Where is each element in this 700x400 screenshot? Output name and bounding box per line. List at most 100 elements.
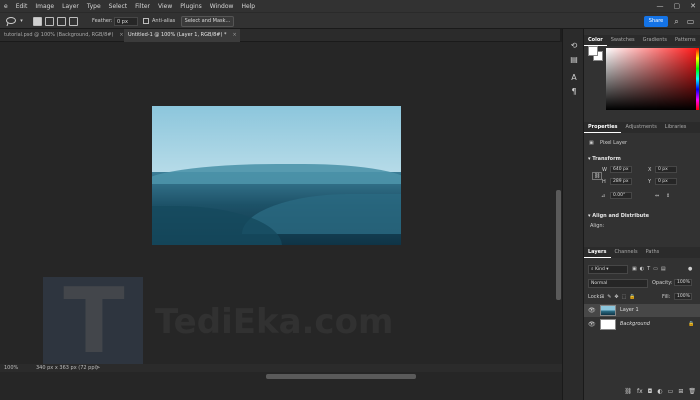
layer-row-background[interactable]: 👁 Background 🔒 (584, 318, 700, 331)
scroll-thumb[interactable] (266, 374, 416, 379)
search-icon[interactable]: ⌕ (672, 17, 681, 26)
tab-adjustments[interactable]: Adjustments (621, 122, 660, 133)
layer-name[interactable]: Background (620, 321, 650, 327)
tab-libraries[interactable]: Libraries (661, 122, 691, 133)
mask-icon[interactable]: ◘ (648, 388, 653, 395)
opacity-input[interactable]: 100% (674, 279, 692, 286)
trash-icon[interactable]: 🗑 (688, 388, 696, 395)
align-header[interactable]: ▾ Align and Distribute (588, 213, 649, 219)
history-icon[interactable]: ⟲ (569, 41, 579, 51)
layer-type-label: Pixel Layer (600, 140, 628, 146)
character-icon[interactable]: A (569, 73, 579, 83)
tab-gradients[interactable]: Gradients (639, 35, 671, 46)
anti-alias-checkbox[interactable] (143, 18, 149, 24)
workspace-icon[interactable]: ▭ (686, 17, 695, 26)
menu-layer[interactable]: Layer (58, 3, 83, 10)
lock-icons[interactable]: ⊞✎✥⬚🔒 (600, 294, 639, 300)
comments-icon[interactable]: ▤ (569, 55, 579, 65)
lock-icon: 🔒 (688, 321, 695, 327)
width-label: W (602, 167, 607, 173)
height-label: H (602, 179, 606, 185)
select-and-mask-button[interactable]: Select and Mask... (181, 16, 234, 27)
menu-type[interactable]: Type (83, 3, 105, 10)
width-input[interactable]: 640 px (610, 166, 632, 173)
flip-horizontal-icon[interactable]: ⇔ (655, 193, 659, 199)
options-bar: ▾ Feather: 0 px Anti-alias Select and Ma… (0, 12, 700, 29)
adjustment-icon[interactable]: ◐ (657, 388, 662, 395)
menu-edit[interactable]: Edit (12, 3, 32, 10)
tab-properties[interactable]: Properties (584, 122, 622, 133)
paragraph-icon[interactable]: ¶ (569, 87, 579, 97)
share-button[interactable]: Share (644, 16, 668, 27)
tab-untitled[interactable]: Untitled-1 @ 100% (Layer 1, RGB/8#) * × (124, 29, 240, 42)
layer-filter-icons[interactable]: ▣◐T▭▤ (632, 266, 669, 272)
color-panel-tabs: Color Swatches Gradients Patterns (584, 35, 700, 46)
close-icon[interactable]: ✕ (690, 2, 696, 10)
transform-header[interactable]: ▾ Transform (588, 156, 621, 162)
angle-input[interactable]: 0.00° (610, 192, 632, 199)
fx-icon[interactable]: fx (637, 388, 643, 395)
feather-input[interactable]: 0 px (114, 16, 138, 26)
add-selection-icon[interactable] (45, 17, 54, 26)
tab-layers[interactable]: Layers (584, 247, 611, 258)
layer-row-layer-1[interactable]: 👁 Layer 1 (584, 304, 700, 317)
subtract-selection-icon[interactable] (57, 17, 66, 26)
eye-icon[interactable]: 👁 (588, 307, 596, 314)
horizontal-scrollbar[interactable] (0, 372, 562, 400)
y-input[interactable]: 0 px (655, 178, 677, 185)
tab-color[interactable]: Color (584, 35, 607, 46)
close-tab-icon[interactable]: × (233, 32, 237, 38)
menu-select[interactable]: Select (105, 3, 132, 10)
tab-tutorial[interactable]: tutorial.psd @ 100% (Background, RGB/8#)… (0, 29, 124, 42)
menu-image[interactable]: Image (31, 3, 58, 10)
link-dimensions-icon[interactable]: ⛓ (592, 172, 603, 180)
height-input[interactable]: 289 px (610, 178, 632, 185)
status-menu-icon[interactable]: > (96, 364, 100, 372)
window-controls: — ▢ ✕ (657, 0, 697, 12)
foreground-color-swatch[interactable] (588, 46, 598, 56)
link-icon[interactable]: ⛓ (624, 388, 632, 395)
blend-mode-select[interactable]: Normal (588, 279, 648, 288)
tab-patterns[interactable]: Patterns (671, 35, 700, 46)
zoom-level[interactable]: 100% (4, 364, 18, 372)
vertical-scrollbar[interactable] (555, 42, 562, 364)
color-picker-field[interactable] (606, 48, 696, 110)
scroll-thumb[interactable] (556, 190, 561, 300)
lasso-tool-icon[interactable] (5, 16, 17, 27)
close-tab-icon[interactable]: × (119, 32, 123, 38)
document-canvas-ocean-image[interactable] (152, 106, 401, 245)
filter-kind-label: Kind (594, 267, 605, 272)
new-selection-icon[interactable] (33, 17, 42, 26)
chevron-down-icon[interactable]: ▾ (17, 17, 26, 26)
flip-vertical-icon[interactable]: ⇕ (666, 193, 670, 199)
align-label: Align: (590, 223, 605, 229)
x-label: X (648, 167, 652, 173)
filter-toggle-icon[interactable]: ● (688, 266, 692, 272)
feather-label: Feather: (92, 18, 113, 24)
maximize-icon[interactable]: ▢ (674, 2, 681, 10)
menu-window[interactable]: Window (206, 3, 238, 10)
anti-alias-label: Anti-alias (152, 18, 176, 24)
opacity-label: Opacity: (652, 280, 673, 286)
menu-plugins[interactable]: Plugins (176, 3, 206, 10)
minimize-icon[interactable]: — (657, 2, 664, 10)
transform-title: Transform (592, 156, 621, 162)
layer-filter-kind[interactable]: ⌕ Kind ▾ (588, 265, 628, 274)
x-input[interactable]: 0 px (655, 166, 677, 173)
menu-view[interactable]: View (154, 3, 176, 10)
eye-icon[interactable]: 👁 (588, 321, 596, 328)
tab-swatches[interactable]: Swatches (607, 35, 639, 46)
layer-thumbnail (600, 319, 616, 330)
menu-filter[interactable]: Filter (131, 3, 154, 10)
intersect-selection-icon[interactable] (69, 17, 78, 26)
tab-paths[interactable]: Paths (642, 247, 664, 258)
hue-slider[interactable] (696, 48, 699, 110)
new-layer-icon[interactable]: ⊞ (678, 388, 683, 395)
fill-input[interactable]: 100% (674, 293, 692, 300)
sky (152, 106, 401, 172)
menu-file[interactable]: e (0, 3, 12, 10)
folder-icon[interactable]: ▭ (668, 388, 674, 395)
menu-help[interactable]: Help (237, 3, 259, 10)
tab-channels[interactable]: Channels (611, 247, 642, 258)
layer-name[interactable]: Layer 1 (620, 307, 639, 313)
